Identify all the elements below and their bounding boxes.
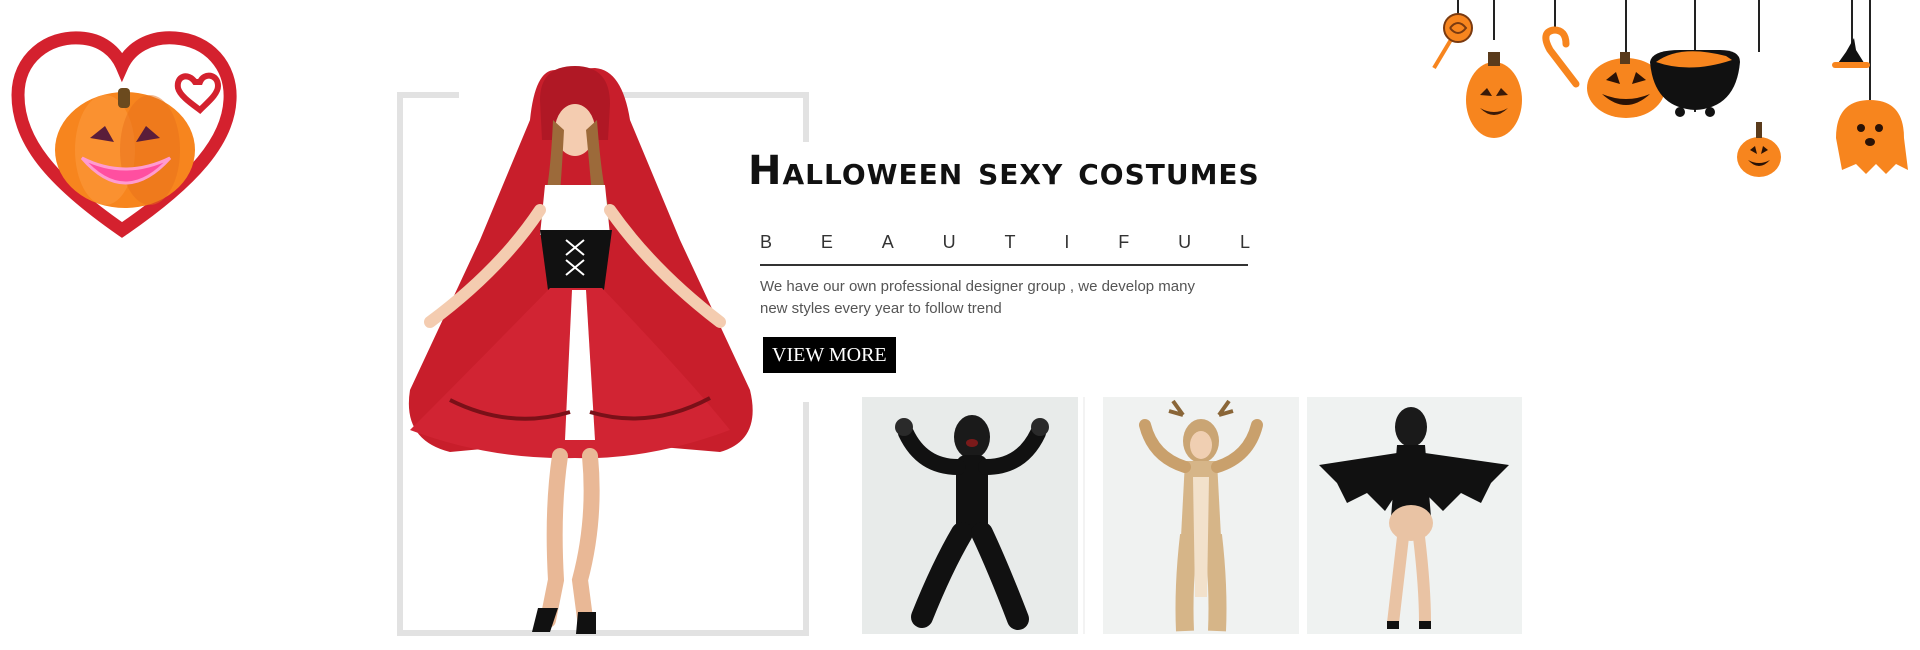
- lollipop-icon: [1432, 13, 1473, 70]
- red-riding-hood-model-image: [390, 60, 760, 640]
- cauldron-icon: [1650, 50, 1740, 117]
- subheading-letter: U: [942, 232, 956, 252]
- gorilla-costume-thumbnail[interactable]: [862, 397, 1078, 634]
- deer-jumpsuit-thumbnail[interactable]: [1103, 397, 1299, 634]
- subheading-letter: F: [1118, 232, 1130, 252]
- thumbnail-separator: [1083, 397, 1085, 634]
- bat-wing-image: [1319, 407, 1509, 629]
- view-more-button[interactable]: VIEW MORE: [763, 337, 896, 373]
- candy-cane-icon: [1542, 26, 1580, 88]
- pumpkin-lantern-icon: [1466, 52, 1522, 138]
- deer-jumpsuit-image: [1139, 399, 1263, 632]
- gorilla-costume-image: [895, 415, 1049, 630]
- frame-right-top-edge: [803, 92, 809, 142]
- heart-pumpkin-logo: [10, 30, 240, 240]
- frame-right-bottom-edge: [803, 402, 809, 636]
- subheading-letter: B: [760, 232, 773, 252]
- subheading-divider: [760, 264, 1248, 266]
- description-line-2: new styles every year to follow trend: [760, 300, 1002, 317]
- subheading-beautiful: B E A U T I F U L: [760, 232, 1250, 253]
- description-line-1: We have our own professional designer gr…: [760, 278, 1195, 295]
- heart-pumpkin-icon: [11, 31, 237, 238]
- small-pumpkin-icon: [1737, 122, 1781, 177]
- subheading-letter: L: [1239, 232, 1250, 252]
- ghost-icon: [1836, 100, 1908, 174]
- subheading-letter: A: [881, 232, 894, 252]
- subheading-letter: U: [1178, 232, 1192, 252]
- subheading-letter: E: [820, 232, 833, 252]
- hanging-decorations: [1380, 0, 1920, 200]
- subheading-letter: I: [1064, 232, 1070, 252]
- banner-description: We have our own professional designer gr…: [760, 276, 1210, 320]
- banner-headline: Halloween sexy costumes: [748, 148, 1260, 194]
- bat-wing-thumbnail[interactable]: [1307, 397, 1522, 634]
- subheading-letter: T: [1004, 232, 1016, 252]
